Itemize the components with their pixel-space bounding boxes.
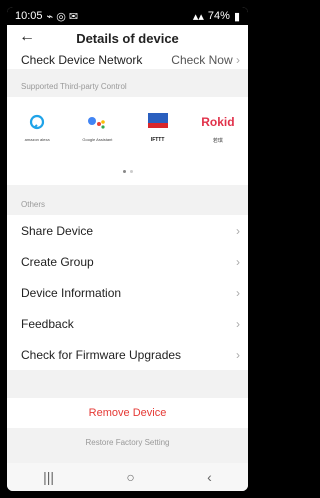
chevron-right-icon: › [236, 285, 240, 300]
check-now-link[interactable]: Check Now › [171, 53, 240, 67]
share-device-item[interactable]: Share Device › [7, 215, 248, 246]
device-information-label: Device Information [21, 285, 122, 300]
rokid-tile[interactable]: Rokid 若琪 [193, 111, 243, 144]
app-bar: ← Details of device [7, 25, 248, 51]
recent-apps-icon[interactable]: ||| [43, 469, 54, 485]
google-assistant-tile[interactable]: Google Assistant [72, 111, 122, 144]
firmware-upgrade-label: Check for Firmware Upgrades [21, 347, 182, 362]
google-assistant-label: Google Assistant [82, 137, 113, 142]
carousel-dots [7, 170, 248, 173]
battery-level: 74% [207, 10, 230, 22]
page-title: Details of device [76, 30, 179, 46]
back-nav-icon[interactable]: ‹ [207, 469, 212, 485]
battery-icon: ▮ [233, 10, 240, 23]
check-network-label: Check Device Network [21, 53, 143, 67]
alexa-label: amazon alexa [24, 137, 50, 142]
others-section-title: Others [21, 199, 46, 209]
status-time: 10:05 [15, 10, 43, 22]
back-arrow-icon[interactable]: ← [19, 28, 35, 46]
system-nav-bar: ||| ○ ‹ [7, 463, 248, 491]
rokid-subtitle: 若琪 [212, 138, 223, 144]
chevron-right-icon: › [236, 316, 240, 331]
create-group-item[interactable]: Create Group › [7, 246, 248, 277]
carousel-dot-active [122, 170, 126, 173]
restore-factory-button[interactable]: Restore Factory Setting [7, 428, 248, 456]
others-menu: Share Device › Create Group › Device Inf… [7, 215, 248, 370]
google-assistant-icon [86, 111, 108, 133]
phone-screen: 10:05 ⌁ ◎ ✉ ▴▴ 74% ▮ ← Details of device… [7, 7, 248, 491]
status-bar: 10:05 ⌁ ◎ ✉ ▴▴ 74% ▮ [7, 7, 248, 25]
chevron-right-icon: › [236, 254, 240, 269]
ifttt-icon [147, 111, 168, 133]
alexa-icon [29, 111, 45, 133]
home-icon[interactable]: ○ [126, 469, 134, 485]
chevron-right-icon: › [236, 347, 240, 362]
ifttt-tile[interactable]: IFTTT [133, 111, 183, 144]
notification-icons: ⌁ ◎ ✉ [46, 10, 79, 23]
alexa-tile[interactable]: amazon alexa [12, 111, 62, 144]
check-network-row[interactable]: Check Device Network Check Now › [7, 51, 248, 69]
feedback-label: Feedback [21, 316, 74, 331]
device-information-item[interactable]: Device Information › [7, 277, 248, 308]
feedback-item[interactable]: Feedback › [7, 308, 248, 339]
carousel-dot [129, 170, 133, 173]
remove-device-button[interactable]: Remove Device [7, 398, 248, 428]
create-group-label: Create Group [21, 254, 94, 269]
firmware-upgrade-item[interactable]: Check for Firmware Upgrades › [7, 339, 248, 370]
chevron-right-icon: › [236, 223, 240, 238]
signal-icon: ▴▴ [192, 10, 204, 23]
third-party-carousel[interactable]: amazon alexa Google Assistant IFTTT Roki… [7, 97, 248, 185]
share-device-label: Share Device [21, 223, 94, 238]
third-party-section-title: Supported Third-party Control [21, 81, 127, 91]
ifttt-label: IFTTT [150, 137, 165, 143]
rokid-icon: Rokid [201, 115, 235, 129]
chevron-right-icon: › [236, 53, 240, 67]
